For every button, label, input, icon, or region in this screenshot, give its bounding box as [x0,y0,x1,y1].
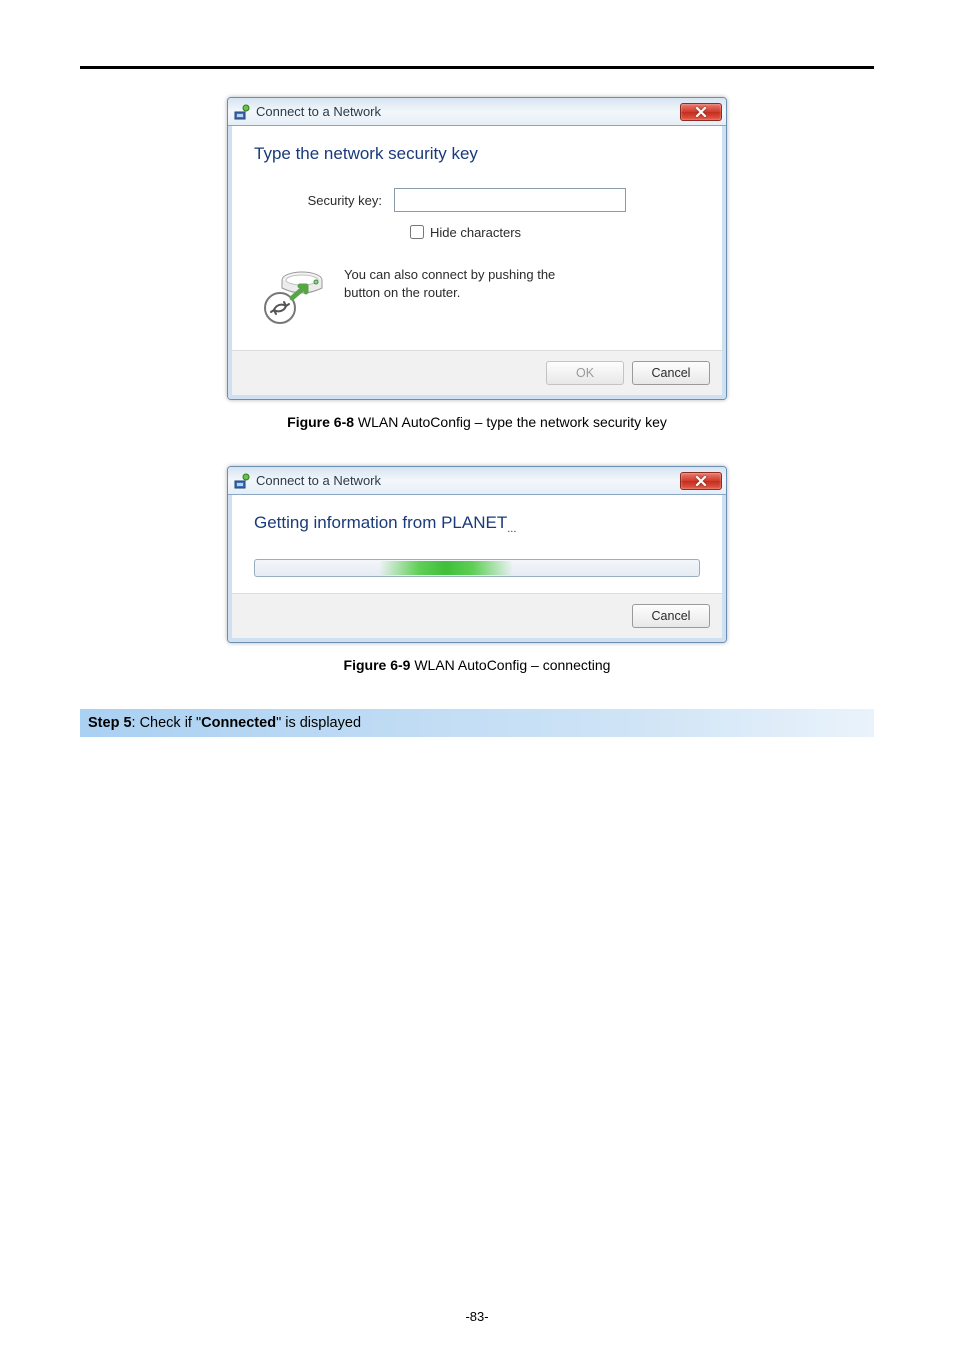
close-button[interactable] [680,103,722,121]
wps-info-row: You can also connect by pushing the butt… [254,260,700,336]
cancel-label: Cancel [652,366,691,380]
security-key-input[interactable] [394,188,626,212]
dialog-heading: Getting information from PLANET... [254,513,700,533]
close-icon [695,107,707,117]
cancel-button[interactable]: Cancel [632,361,710,385]
security-key-row: Security key: [254,188,700,212]
dialog-connect-network-progress: Connect to a Network Getting information… [227,466,727,643]
cancel-label: Cancel [652,609,691,623]
page-number: -83- [0,1309,954,1324]
wps-info-text: You can also connect by pushing the butt… [344,266,594,301]
page-top-rule [80,66,874,69]
titlebar: Connect to a Network [228,98,726,126]
figure-caption-6-9: Figure 6-9 WLAN AutoConfig – connecting [80,657,874,673]
security-key-label: Security key: [254,193,394,208]
hide-characters-checkbox[interactable] [410,225,424,239]
dialog-connect-network-key: Connect to a Network Type the network se… [227,97,727,400]
figure-caption-6-8: Figure 6-8 WLAN AutoConfig – type the ne… [80,414,874,430]
titlebar: Connect to a Network [228,467,726,495]
close-icon [695,476,707,486]
dialog-heading: Type the network security key [254,144,700,164]
dialog-footer: Cancel [228,593,726,642]
caption-bold: Figure 6-8 [287,414,354,430]
close-button[interactable] [680,472,722,490]
dialog-footer: OK Cancel [228,350,726,399]
step-connected: Connected [201,715,276,731]
ellipsis-icon: ... [507,523,516,535]
hide-characters-row: Hide characters [406,222,700,242]
heading-text: Getting information from PLANET [254,513,507,532]
step-5-banner: Step 5: Check if "Connected" is displaye… [80,709,874,737]
dialog-body: Type the network security key Security k… [228,126,726,350]
progress-bar [254,559,700,577]
ok-label: OK [576,366,594,380]
step-label: Step 5 [88,715,132,731]
dialog-body: Getting information from PLANET... [228,495,726,593]
ok-button[interactable]: OK [546,361,624,385]
step-text-1: : Check if " [132,715,202,731]
dialog-title: Connect to a Network [256,473,381,488]
network-dialog-icon [234,473,250,489]
network-dialog-icon [234,104,250,120]
caption-bold: Figure 6-9 [344,657,411,673]
router-wps-icon [254,266,344,326]
dialog-title: Connect to a Network [256,104,381,119]
caption-text: WLAN AutoConfig – type the network secur… [354,414,667,430]
caption-text: WLAN AutoConfig – connecting [410,657,610,673]
step-text-2: " is displayed [276,715,361,731]
progress-indeterminate-chunk [379,561,512,575]
hide-characters-label: Hide characters [430,225,521,240]
cancel-button[interactable]: Cancel [632,604,710,628]
